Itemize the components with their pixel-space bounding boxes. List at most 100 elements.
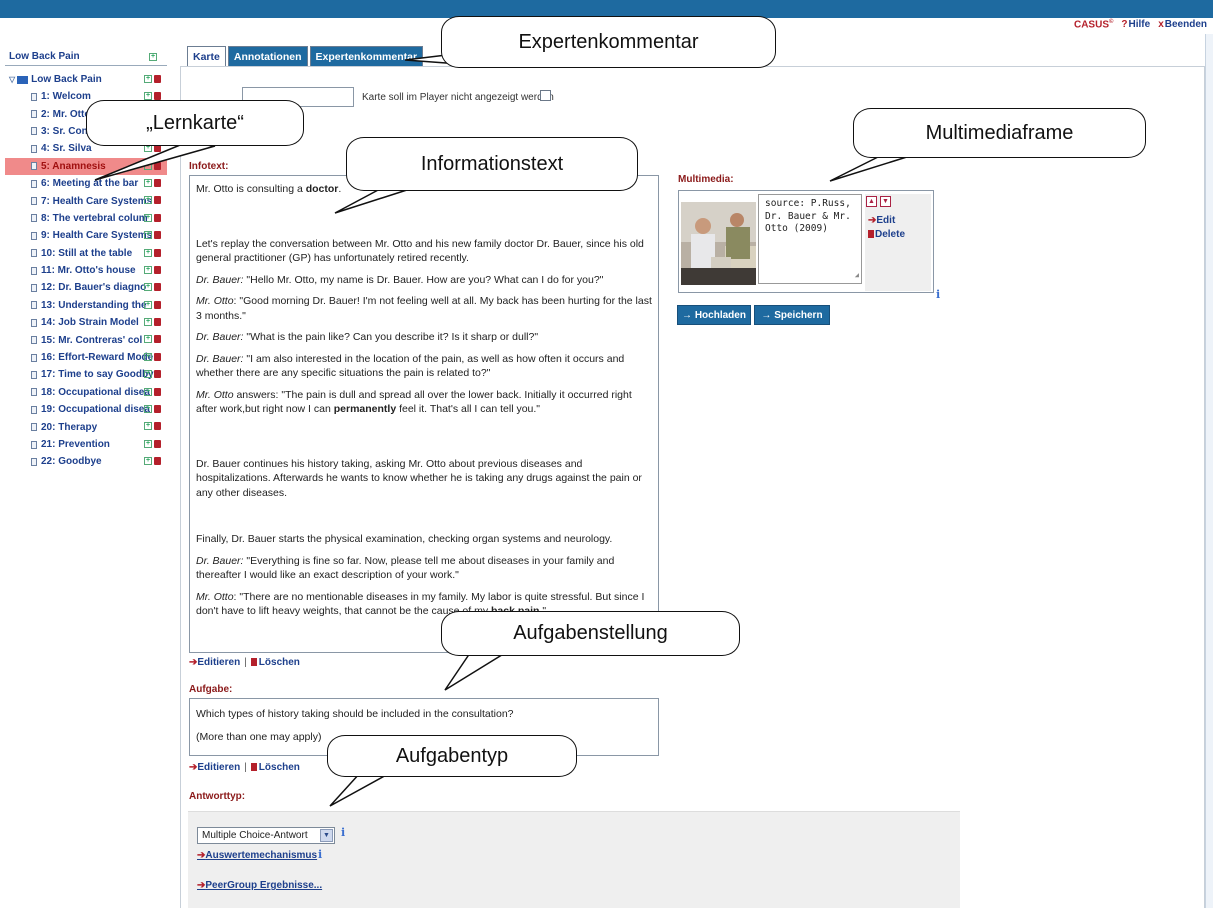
document-icon: [31, 249, 37, 258]
multimedia-photo[interactable]: [681, 202, 756, 285]
add-icon[interactable]: +: [144, 405, 152, 414]
add-icon[interactable]: +: [144, 161, 152, 170]
add-icon[interactable]: +: [144, 439, 152, 448]
sidebar-item-label: 16: Effort-Reward Mode: [41, 352, 154, 364]
sidebar-item[interactable]: 7: Health Care Systems +: [5, 192, 167, 209]
edit-infotext-link[interactable]: ➔Editieren: [189, 657, 240, 668]
add-icon[interactable]: +: [144, 231, 152, 240]
sidebar-item[interactable]: 5: Anamnesis +: [5, 157, 167, 175]
trash-icon[interactable]: [154, 335, 161, 344]
trash-icon[interactable]: [154, 92, 161, 100]
add-icon[interactable]: +: [144, 318, 152, 327]
trash-icon[interactable]: [154, 283, 161, 292]
evaluation-link[interactable]: ➔Auswertemechanismus: [197, 850, 317, 861]
trash-icon[interactable]: [154, 75, 161, 83]
add-icon[interactable]: +: [144, 370, 152, 379]
info-icon[interactable]: i: [936, 288, 940, 301]
move-down-icon[interactable]: ▼: [880, 196, 891, 207]
sidebar-item[interactable]: 11: Mr. Otto's house +: [5, 262, 167, 279]
multimedia-caption[interactable]: source: P.Russ, Dr. Bauer & Mr. Otto (20…: [758, 194, 862, 284]
sidebar-item[interactable]: 15: Mr. Contreras' col +: [5, 331, 167, 348]
scrollbar[interactable]: [1205, 34, 1213, 908]
add-icon[interactable]: +: [144, 387, 152, 396]
trash-icon[interactable]: [154, 318, 161, 327]
sidebar-item[interactable]: 16: Effort-Reward Mode +: [5, 349, 167, 366]
delete-task-link[interactable]: Löschen: [250, 762, 300, 773]
info-icon[interactable]: i: [318, 848, 322, 861]
add-icon[interactable]: +: [144, 248, 152, 257]
task-label: Aufgabe:: [189, 684, 233, 695]
add-icon[interactable]: +: [144, 196, 152, 205]
infotext-box[interactable]: Mr. Otto is consulting a doctor. Let's r…: [189, 175, 659, 653]
answer-type-select[interactable]: Multiple Choice-Antwort ▼: [197, 827, 335, 844]
trash-icon[interactable]: [154, 248, 161, 257]
trash-icon[interactable]: [154, 352, 161, 361]
trash-icon[interactable]: [154, 422, 161, 431]
upload-button[interactable]: → Hochladen: [677, 305, 751, 325]
sidebar-item[interactable]: 20: Therapy +: [5, 418, 167, 435]
add-icon[interactable]: +: [144, 300, 152, 309]
delete-infotext-link[interactable]: Löschen: [250, 657, 300, 668]
sidebar-item[interactable]: 12: Dr. Bauer's diagno +: [5, 279, 167, 296]
document-icon: [31, 353, 37, 362]
document-icon: [31, 318, 37, 327]
row-actions: +: [144, 352, 161, 361]
multimedia-delete-link[interactable]: Delete: [868, 229, 905, 240]
sidebar-item[interactable]: 10: Still at the table +: [5, 245, 167, 262]
trash-icon[interactable]: [154, 161, 161, 170]
trash-icon[interactable]: [154, 370, 161, 379]
sidebar-item[interactable]: 13: Understanding the +: [5, 297, 167, 314]
trash-icon[interactable]: [154, 213, 161, 222]
edit-task-link[interactable]: ➔Editieren: [189, 762, 240, 773]
add-icon[interactable]: +: [144, 213, 152, 222]
sidebar-item[interactable]: 18: Occupational disea +: [5, 384, 167, 401]
add-icon[interactable]: +: [144, 422, 152, 431]
add-icon[interactable]: +: [144, 335, 152, 344]
sidebar-item[interactable]: 8: The vertebral colum +: [5, 210, 167, 227]
trash-icon[interactable]: [154, 439, 161, 448]
trash-icon[interactable]: [154, 178, 161, 187]
exit-link[interactable]: xBeenden: [1158, 19, 1207, 30]
resize-handle-icon[interactable]: ◢: [855, 269, 859, 282]
add-icon[interactable]: +: [144, 178, 152, 187]
document-icon: [31, 214, 37, 223]
tab-karte[interactable]: Karte: [187, 46, 226, 67]
tab-annotationen[interactable]: Annotationen: [227, 46, 308, 67]
tab-expertenkommentar[interactable]: Expertenkommentar: [309, 46, 424, 67]
sidebar-item[interactable]: 17: Time to say Goodby +: [5, 366, 167, 383]
trash-icon[interactable]: [154, 265, 161, 274]
trash-icon[interactable]: [154, 405, 161, 414]
sidebar-item[interactable]: 19: Occupational disea +: [5, 401, 167, 418]
sidebar-item[interactable]: 14: Job Strain Model +: [5, 314, 167, 331]
info-icon[interactable]: i: [341, 826, 345, 839]
trash-icon[interactable]: [154, 457, 161, 466]
add-icon[interactable]: +: [144, 265, 152, 274]
trash-icon[interactable]: [154, 196, 161, 205]
hide-card-checkbox[interactable]: [540, 90, 551, 101]
peergroup-link[interactable]: ➔PeerGroup Ergebnisse...: [197, 880, 322, 891]
trash-icon[interactable]: [154, 231, 161, 240]
move-up-icon[interactable]: ▲: [866, 196, 877, 207]
save-button[interactable]: → Speichern: [754, 305, 830, 325]
sidebar-item[interactable]: 22: Goodbye +: [5, 453, 167, 470]
add-icon[interactable]: +: [144, 352, 152, 361]
add-icon[interactable]: +: [149, 52, 157, 61]
add-icon[interactable]: +: [144, 457, 152, 466]
trash-icon[interactable]: [154, 387, 161, 396]
infotext-edit-links: ➔Editieren | Löschen: [189, 657, 300, 668]
add-icon[interactable]: +: [144, 283, 152, 292]
add-icon[interactable]: +: [144, 92, 152, 100]
sidebar-item[interactable]: 9: Health Care Systems +: [5, 227, 167, 244]
add-icon[interactable]: +: [144, 75, 152, 83]
multimedia-edit-link[interactable]: ➔Edit: [868, 215, 895, 226]
document-icon: [31, 162, 37, 171]
help-icon: ?: [1121, 19, 1128, 30]
sidebar-item[interactable]: 6: Meeting at the bar +: [5, 175, 167, 192]
trash-icon[interactable]: [154, 300, 161, 309]
collapse-icon[interactable]: ▽: [9, 75, 15, 84]
help-link[interactable]: ?Hilfe: [1121, 19, 1150, 30]
tree-root[interactable]: ▽ Low Back Pain +: [5, 71, 167, 88]
sidebar-item-label: 20: Therapy: [41, 421, 98, 433]
chevron-down-icon[interactable]: ▼: [320, 829, 333, 842]
sidebar-item[interactable]: 21: Prevention +: [5, 436, 167, 453]
